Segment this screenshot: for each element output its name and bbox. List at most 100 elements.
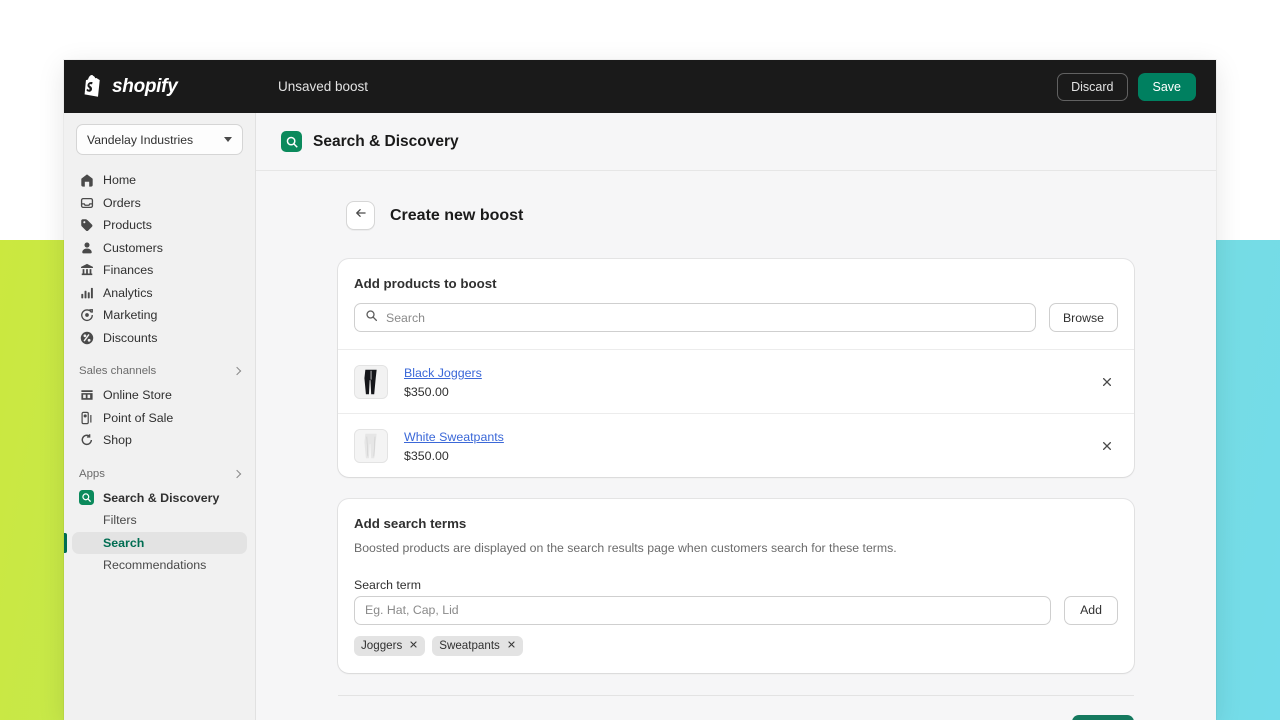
add-term-button[interactable]: Add bbox=[1064, 595, 1118, 625]
list-item: Joggers bbox=[354, 635, 426, 656]
product-search-row: Browse bbox=[338, 291, 1134, 349]
remove-tag-button[interactable] bbox=[409, 640, 418, 652]
page-content: Create new boost Add products to boost S… bbox=[256, 171, 1216, 720]
store-name-label: Vandelay Industries bbox=[87, 132, 194, 147]
sidebar-section-apps[interactable]: Apps bbox=[72, 464, 247, 484]
topbar-actions: Discard Save bbox=[1057, 72, 1216, 101]
search-term-label: Search term bbox=[354, 577, 421, 592]
product-tag-icon bbox=[79, 218, 94, 233]
sidebar-item-shop[interactable]: Shop bbox=[72, 429, 247, 452]
tag-label: Sweatpants bbox=[439, 639, 500, 653]
sidebar-item-label: Marketing bbox=[103, 308, 158, 323]
chevron-down-icon bbox=[224, 137, 232, 142]
back-button[interactable] bbox=[346, 201, 375, 230]
product-search-field[interactable] bbox=[354, 303, 1036, 332]
sidebar-item-filters[interactable]: Filters bbox=[72, 509, 247, 532]
sidebar-item-recommendations[interactable]: Recommendations bbox=[72, 554, 247, 577]
sidebar-item-online-store[interactable]: Online Store bbox=[72, 384, 247, 407]
sidebar-item-customers[interactable]: Customers bbox=[72, 237, 247, 260]
product-info: White Sweatpants $350.00 bbox=[404, 428, 1096, 463]
sidebar-item-point-of-sale[interactable]: Point of Sale bbox=[72, 407, 247, 430]
home-icon bbox=[79, 173, 94, 188]
add-products-title: Add products to boost bbox=[354, 276, 497, 291]
sidebar-item-orders[interactable]: Orders bbox=[72, 192, 247, 215]
sidebar-subitem-label: Filters bbox=[103, 513, 137, 528]
sidebar-item-search[interactable]: Search bbox=[64, 531, 247, 554]
sidebar-item-marketing[interactable]: Marketing bbox=[72, 304, 247, 327]
app-page-header: Search & Discovery bbox=[256, 113, 1216, 171]
sidebar-item-products[interactable]: Products bbox=[72, 214, 247, 237]
save-button-top[interactable]: Save bbox=[1137, 72, 1196, 101]
search-term-input[interactable] bbox=[354, 595, 1052, 625]
shopify-wordmark: shopify bbox=[112, 75, 178, 97]
save-button-bottom[interactable]: Save bbox=[1071, 714, 1134, 720]
unsaved-changes-title: Unsaved boost bbox=[278, 79, 369, 94]
shopify-admin-window: shopify Unsaved boost Discard Save Vande… bbox=[64, 60, 1216, 720]
store-selector[interactable]: Vandelay Industries bbox=[76, 124, 243, 155]
search-input[interactable] bbox=[386, 310, 1025, 325]
search-terms-description: Boosted products are displayed on the se… bbox=[354, 541, 897, 555]
remove-tag-button[interactable] bbox=[507, 640, 516, 652]
sidebar-item-label: Orders bbox=[103, 195, 141, 210]
content-container: Create new boost Add products to boost S… bbox=[338, 201, 1134, 720]
table-row: White Sweatpants $350.00 bbox=[338, 413, 1134, 477]
search-terms-body: Add search terms Boosted products are di… bbox=[338, 499, 1134, 673]
search-term-row: Add bbox=[354, 595, 1118, 625]
sidebar-item-label: Customers bbox=[103, 240, 163, 255]
sidebar-item-label: Finances bbox=[103, 263, 154, 278]
table-row: Black Joggers $350.00 bbox=[338, 349, 1134, 413]
sidebar-item-analytics[interactable]: Analytics bbox=[72, 282, 247, 305]
main-content: Search & Discovery Create new boost Add … bbox=[256, 113, 1216, 720]
shopify-logo[interactable]: shopify bbox=[64, 75, 256, 98]
remove-product-button[interactable] bbox=[1096, 435, 1118, 457]
product-name-link[interactable]: Black Joggers bbox=[404, 366, 482, 380]
sidebar-section-sales-channels[interactable]: Sales channels bbox=[72, 361, 247, 381]
sidebar-item-discounts[interactable]: Discounts bbox=[72, 327, 247, 350]
bar-chart-icon bbox=[79, 285, 94, 300]
arrow-left-icon bbox=[354, 206, 368, 225]
page-title: Search & Discovery bbox=[313, 132, 459, 150]
browse-button[interactable]: Browse bbox=[1048, 303, 1118, 332]
shopify-bag-icon bbox=[82, 75, 104, 98]
sidebar-item-home[interactable]: Home bbox=[72, 169, 247, 192]
sidebar-item-label: Point of Sale bbox=[103, 410, 174, 425]
person-icon bbox=[79, 240, 94, 255]
sidebar-item-label: Analytics bbox=[103, 285, 153, 300]
sidebar-item-label: Discounts bbox=[103, 330, 158, 345]
chevron-right-icon bbox=[232, 469, 242, 478]
search-discovery-app-icon bbox=[281, 131, 302, 152]
tag-label: Joggers bbox=[361, 639, 403, 653]
sidebar-item-finances[interactable]: Finances bbox=[72, 259, 247, 282]
sidebar-item-search-and-discovery[interactable]: Search & Discovery bbox=[72, 487, 247, 510]
discard-button[interactable]: Discard bbox=[1057, 72, 1128, 101]
sidebar-item-label: Home bbox=[103, 173, 137, 188]
section-label: Apps bbox=[79, 467, 105, 480]
add-products-header: Add products to boost bbox=[338, 259, 1134, 291]
search-icon bbox=[365, 309, 378, 327]
remove-product-button[interactable] bbox=[1096, 371, 1118, 393]
pos-device-icon bbox=[79, 410, 94, 425]
sidebar-subitem-label: Search bbox=[103, 535, 145, 550]
sidebar-navigation: Vandelay Industries Home Orders Products bbox=[64, 113, 256, 720]
product-info: Black Joggers $350.00 bbox=[404, 364, 1096, 399]
shop-bag-icon bbox=[79, 433, 94, 448]
create-boost-heading: Create new boost bbox=[390, 206, 524, 224]
sidebar-item-label: Products bbox=[103, 218, 152, 233]
search-term-tags: Joggers Sweatpants bbox=[354, 635, 1118, 673]
sidebar-subitem-label: Recommendations bbox=[103, 558, 207, 573]
white-sweatpants-thumbnail bbox=[354, 428, 388, 463]
section-label: Sales channels bbox=[79, 365, 157, 377]
page-heading-row: Create new boost bbox=[338, 201, 1134, 230]
orders-inbox-icon bbox=[79, 195, 94, 210]
add-products-card: Add products to boost Browse bbox=[338, 259, 1134, 477]
discount-percent-icon bbox=[79, 330, 94, 345]
product-price: $350.00 bbox=[404, 449, 449, 463]
sidebar-item-label: Online Store bbox=[103, 388, 172, 403]
black-joggers-thumbnail bbox=[354, 364, 388, 399]
product-name-link[interactable]: White Sweatpants bbox=[404, 430, 504, 444]
search-discovery-app-icon bbox=[79, 490, 94, 506]
megaphone-target-icon bbox=[79, 308, 94, 323]
chevron-right-icon bbox=[232, 366, 242, 376]
list-item: Sweatpants bbox=[432, 635, 523, 656]
product-price: $350.00 bbox=[404, 385, 449, 399]
